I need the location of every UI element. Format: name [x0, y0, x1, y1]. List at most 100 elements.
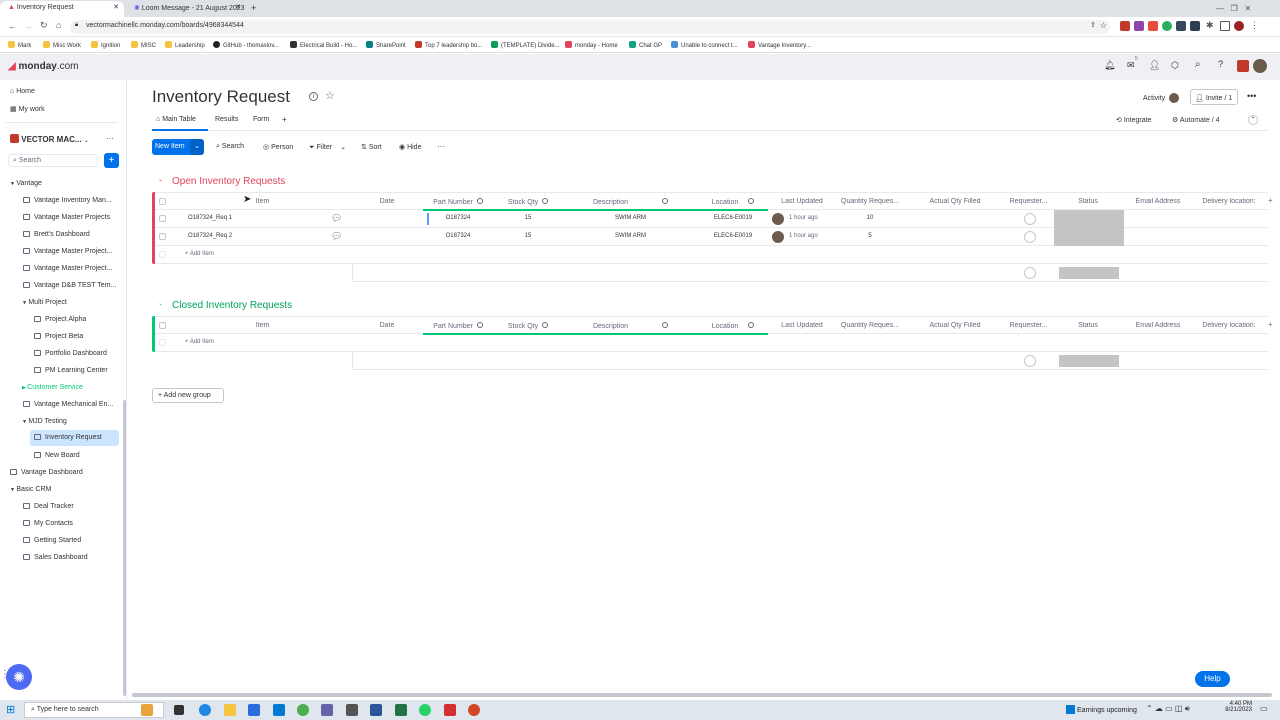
column-header-actual-qty[interactable]: Actual Qty Filled [906, 322, 1004, 329]
column-header-last-updated[interactable]: Last Updated [768, 322, 836, 329]
close-icon[interactable]: ✕ [235, 3, 241, 11]
conversation-icon[interactable]: 💬︎ [331, 231, 342, 242]
bookmark[interactable]: Leadership [165, 41, 205, 49]
add-column-icon[interactable]: + [1268, 320, 1273, 329]
automate-button[interactable]: ⚙ Automate / 4 [1172, 116, 1220, 124]
window-controls[interactable]: — ❐ ✕ [1208, 1, 1259, 17]
hide-button[interactable]: ◉ Hide [399, 143, 421, 151]
app-icon[interactable] [370, 704, 382, 716]
column-header-requester[interactable]: Requester... [1005, 198, 1052, 205]
avatar[interactable] [1253, 59, 1267, 73]
empty-person-icon[interactable] [1024, 213, 1036, 225]
bookmark[interactable]: GitHub - thomaslov... [213, 41, 279, 49]
sidebar-item-board[interactable]: Deal Tracker [0, 499, 124, 515]
column-header-status[interactable]: Status [1054, 322, 1122, 329]
column-header-location[interactable]: Location [698, 322, 768, 330]
sidebar-item-board[interactable]: Project Alpha [0, 312, 124, 328]
chevron-down-icon[interactable]: ⌄ [158, 300, 163, 307]
sidebar-item-home[interactable]: ⌂ Home [0, 84, 124, 100]
description[interactable]: SWIM ARM [563, 215, 698, 221]
tray-icons[interactable]: ⌃ ☁ ▭ ◫ 🔊︎ [1146, 704, 1190, 714]
column-header-description[interactable]: Description [563, 198, 698, 206]
table-row[interactable]: O187324_Req 1 💬︎ O187324 15 SWIM ARM ELE… [155, 210, 1268, 228]
conversation-icon[interactable]: 💬︎ [331, 213, 342, 224]
horizontal-scrollbar[interactable] [132, 693, 1272, 697]
browser-tab-active[interactable]: ▲ Inventory Request ✕ [0, 1, 124, 17]
location[interactable]: ELEC6-E0019 [698, 233, 768, 239]
outlook-icon[interactable] [273, 704, 285, 716]
item-name[interactable]: O187324_Req 2 [188, 233, 232, 239]
table-row[interactable]: O187324_Req 2 💬︎ O187324 15 SWIM ARM ELE… [155, 228, 1268, 246]
sidebar-folder-vantage[interactable]: ▼ Vantage [0, 176, 124, 192]
sidepanel-icon[interactable] [1220, 21, 1230, 31]
bookmark[interactable]: SharePoint [366, 41, 406, 49]
sidebar-folder-multi-project[interactable]: ▼ Multi Project [0, 295, 124, 311]
filter-button[interactable]: ⏷ Filter ⌄ [309, 143, 346, 152]
tab-form[interactable]: Form [253, 116, 269, 123]
extension-icon[interactable] [1134, 21, 1144, 31]
teams-icon[interactable] [321, 704, 333, 716]
empty-person-icon[interactable] [1024, 231, 1036, 243]
integrate-button[interactable]: ⟲ Integrate [1116, 116, 1151, 124]
bell-icon[interactable]: 🔔︎ [1104, 60, 1115, 71]
sidebar-folder-basic-crm[interactable]: ▼ Basic CRM [0, 482, 124, 498]
notifications-icon[interactable]: ▭ [1260, 704, 1268, 713]
sidebar-item-board[interactable]: Vantage D&B TEST Tem... [0, 278, 124, 294]
description[interactable]: SWIM ARM [563, 233, 698, 239]
search-icon[interactable]: ⌕ [1195, 59, 1201, 70]
column-header-location[interactable]: Location [698, 198, 768, 206]
invite-members-icon[interactable]: 👤︎ [1149, 60, 1160, 71]
sidebar-folder-customer-service[interactable]: ▶ Customer Service [0, 380, 124, 396]
monday-logo[interactable]: ◢ monday.com [8, 61, 79, 72]
sidebar-item-dashboard[interactable]: Brett's Dashboard [0, 227, 124, 243]
extension-icon[interactable] [1148, 21, 1158, 31]
select-all-checkbox[interactable] [159, 198, 166, 205]
extension-icon[interactable] [1190, 21, 1200, 31]
bookmark[interactable]: Misc Work [43, 41, 81, 49]
sidebar-scrollbar[interactable] [123, 400, 126, 696]
star-icon[interactable]: ☆ [1100, 21, 1107, 30]
sidebar-item-board[interactable]: New Board [0, 448, 124, 464]
star-icon[interactable]: ☆ [325, 89, 335, 102]
powerpoint-icon[interactable] [468, 704, 480, 716]
extension-icon[interactable] [1176, 21, 1186, 31]
item-name[interactable]: O187324_Req 1 [188, 215, 232, 221]
sidebar-item-dashboard[interactable]: Sales Dashboard [0, 550, 124, 566]
bookmark[interactable]: Mark [8, 41, 31, 49]
column-header-quantity-requested[interactable]: Quantity Reques... [836, 198, 904, 205]
column-header-quantity-requested[interactable]: Quantity Reques... [836, 322, 904, 329]
bookmark[interactable]: Top 7 leadership bo... [415, 41, 482, 49]
chrome-icon[interactable] [297, 704, 309, 716]
sidebar-item-board[interactable]: My Contacts [0, 516, 124, 532]
column-header-stock-qty[interactable]: Stock Qty [493, 322, 563, 330]
search-input[interactable]: ⌕ Search [8, 154, 98, 167]
part-number[interactable]: O187324 [423, 233, 493, 239]
column-header-date[interactable]: Date [352, 322, 422, 329]
sidebar-item-board[interactable]: Vantage Master Project... [0, 261, 124, 277]
activity-button[interactable]: Activity [1143, 93, 1180, 103]
add-item-button[interactable]: + Add Item [185, 251, 214, 257]
column-header-delivery[interactable]: Delivery location: [1194, 198, 1264, 205]
tab-main-table[interactable]: ⌂ Main Table [152, 112, 208, 131]
column-header-email[interactable]: Email Address [1124, 322, 1192, 329]
bookmark[interactable]: Unable to connect t... [671, 41, 738, 49]
menu-icon[interactable]: ⋮ [1250, 20, 1259, 31]
clock[interactable]: 4:40 PM 8/21/2023 [1222, 701, 1252, 713]
quantity-requested[interactable]: 10 [836, 215, 904, 221]
sidebar-item-board[interactable]: Project Beta [0, 329, 124, 345]
reload-icon[interactable]: ↻ [40, 20, 48, 31]
collapse-header-icon[interactable]: ⌃ [1248, 115, 1258, 125]
row-checkbox[interactable] [159, 233, 166, 240]
column-header-delivery[interactable]: Delivery location: [1194, 322, 1264, 329]
column-header-part-number[interactable]: Part Number [423, 198, 493, 206]
row-checkbox[interactable] [159, 215, 166, 222]
news-widget[interactable]: Earnings upcoming [1066, 705, 1137, 714]
column-header-email[interactable]: Email Address [1124, 198, 1192, 205]
part-number[interactable]: O187324 [423, 215, 493, 221]
tab-results[interactable]: Results [215, 116, 238, 123]
add-button[interactable]: + [104, 153, 119, 168]
new-item-button[interactable]: New Item [152, 139, 190, 155]
file-explorer-icon[interactable] [224, 704, 236, 716]
excel-icon[interactable] [395, 704, 407, 716]
search-button[interactable]: ⌕ Search [216, 143, 244, 151]
